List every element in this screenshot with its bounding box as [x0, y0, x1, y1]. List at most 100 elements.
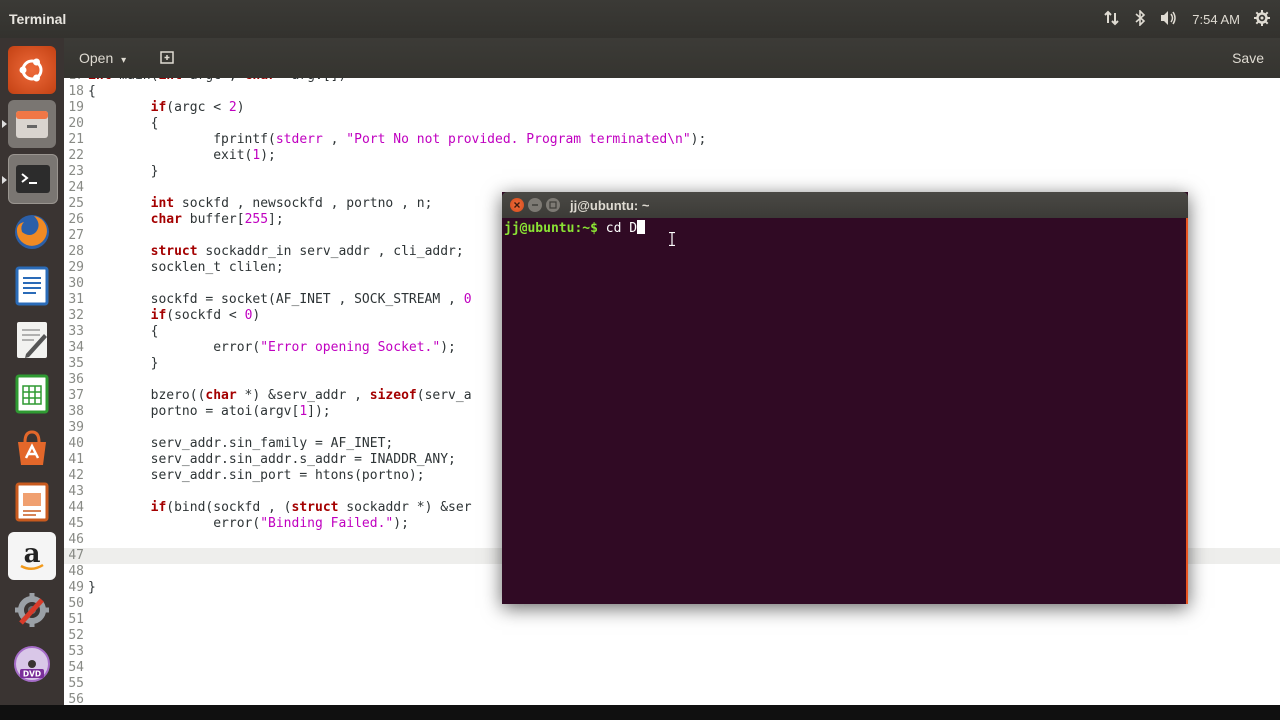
code-line[interactable]: 23 } — [64, 164, 1280, 180]
line-number: 34 — [68, 340, 84, 355]
line-number: 31 — [68, 292, 84, 307]
line-number: 47 — [68, 548, 84, 563]
line-number: 50 — [68, 596, 84, 611]
firefox-icon[interactable] — [8, 208, 56, 256]
line-text: serv_addr.sin_family = AF_INET; — [88, 436, 394, 451]
line-text: serv_addr.sin_addr.s_addr = INADDR_ANY; — [88, 452, 456, 467]
clock[interactable]: 7:54 AM — [1192, 12, 1240, 27]
volume-icon[interactable] — [1160, 10, 1178, 29]
code-line[interactable]: 53 — [64, 644, 1280, 660]
bottom-strip — [0, 705, 1280, 720]
minimize-button[interactable] — [528, 198, 542, 212]
code-line[interactable]: 20 { — [64, 116, 1280, 132]
bluetooth-icon[interactable] — [1134, 8, 1146, 29]
line-number: 32 — [68, 308, 84, 323]
line-text: { — [88, 324, 159, 339]
svg-text:DVD: DVD — [23, 670, 41, 679]
save-button[interactable]: Save — [1232, 50, 1264, 66]
line-text: fprintf(stderr , "Port No not provided. … — [88, 132, 707, 147]
line-text: if(bind(sockfd , (struct sockaddr *) &se… — [150, 500, 472, 515]
line-number: 44 — [68, 500, 84, 515]
line-number: 38 — [68, 404, 84, 419]
calc-icon[interactable] — [8, 370, 56, 418]
line-number: 35 — [68, 356, 84, 371]
line-text: struct sockaddr_in serv_addr , cli_addr; — [150, 244, 464, 259]
system-settings-icon[interactable] — [8, 586, 56, 634]
close-button[interactable] — [510, 198, 524, 212]
line-text: error("Binding Failed."); — [88, 516, 409, 531]
line-number: 49 — [68, 580, 84, 595]
terminal-titlebar[interactable]: jj@ubuntu: ~ — [502, 192, 1188, 218]
line-text: error("Error opening Socket."); — [88, 340, 456, 355]
line-number: 53 — [68, 644, 84, 659]
network-updown-icon[interactable] — [1104, 10, 1120, 29]
line-number: 30 — [68, 276, 84, 291]
terminal-command: cd D — [605, 221, 638, 236]
terminal-title: jj@ubuntu: ~ — [570, 198, 650, 213]
code-line[interactable]: 52 — [64, 628, 1280, 644]
files-icon[interactable] — [8, 100, 56, 148]
line-number: 23 — [68, 164, 84, 179]
launcher: a DVD — [0, 38, 65, 705]
line-number: 46 — [68, 532, 84, 547]
code-line[interactable]: 21 fprintf(stderr , "Port No not provide… — [64, 132, 1280, 148]
line-number: 54 — [68, 660, 84, 675]
open-button[interactable]: Open ▾ — [79, 50, 126, 66]
line-number: 40 — [68, 436, 84, 451]
line-number: 45 — [68, 516, 84, 531]
terminal-icon[interactable] — [8, 154, 58, 204]
code-line[interactable]: 55 — [64, 676, 1280, 692]
code-line[interactable]: 54 — [64, 660, 1280, 676]
line-number: 21 — [68, 132, 84, 147]
line-number: 52 — [68, 628, 84, 643]
line-number: 22 — [68, 148, 84, 163]
line-text: if(sockfd < 0) — [150, 308, 261, 323]
software-center-icon[interactable] — [8, 424, 56, 472]
line-text: portno = atoi(argv[1]); — [88, 404, 331, 419]
code-line[interactable]: 56 — [64, 692, 1280, 705]
line-number: 28 — [68, 244, 84, 259]
code-line[interactable]: 51 — [64, 612, 1280, 628]
text-editor-icon[interactable] — [8, 316, 56, 364]
line-number: 20 — [68, 116, 84, 131]
line-number: 43 — [68, 484, 84, 499]
new-document-icon[interactable] — [160, 50, 174, 64]
line-number: 26 — [68, 212, 84, 227]
line-number: 27 — [68, 228, 84, 243]
line-number: 39 — [68, 420, 84, 435]
code-line[interactable]: 19 if(argc < 2) — [64, 100, 1280, 116]
terminal-window[interactable]: jj@ubuntu: ~ jj@ubuntu:~$ cd D — [502, 192, 1188, 604]
code-line[interactable]: 22 exit(1); — [64, 148, 1280, 164]
svg-text:a: a — [24, 539, 41, 569]
impress-icon[interactable] — [8, 478, 56, 526]
line-text: char buffer[255]; — [150, 212, 284, 227]
code-line[interactable]: 18 { — [64, 84, 1280, 100]
line-number: 41 — [68, 452, 84, 467]
active-app-title: Terminal — [9, 11, 67, 27]
ubuntu-dash-icon[interactable] — [8, 46, 56, 94]
line-text: } — [88, 356, 159, 371]
writer-icon[interactable] — [8, 262, 56, 310]
line-text: serv_addr.sin_port = htons(portno); — [88, 468, 425, 483]
maximize-button[interactable] — [546, 198, 560, 212]
line-text: } — [88, 580, 96, 595]
running-indicator — [2, 120, 7, 128]
line-number: 19 — [68, 100, 84, 115]
terminal-prompt: jj@ubuntu:~$ — [504, 221, 598, 236]
editor-toolbar: Open ▾ Save — [64, 38, 1280, 78]
dvd-icon[interactable]: DVD — [8, 640, 56, 688]
open-button-label: Open — [79, 50, 114, 66]
amazon-icon[interactable]: a — [8, 532, 56, 580]
line-text: } — [88, 164, 159, 179]
line-text: { — [88, 116, 159, 131]
terminal-output[interactable]: jj@ubuntu:~$ cd D — [504, 220, 646, 236]
line-number: 18 — [68, 84, 84, 99]
line-number: 42 — [68, 468, 84, 483]
line-text: bzero((char *) &serv_addr , sizeof(serv_… — [88, 388, 472, 403]
settings-gear-icon[interactable] — [1254, 9, 1270, 29]
line-number: 36 — [68, 372, 84, 387]
line-number: 55 — [68, 676, 84, 691]
running-indicator-terminal — [2, 176, 7, 184]
line-number: 29 — [68, 260, 84, 275]
line-number: 51 — [68, 612, 84, 627]
